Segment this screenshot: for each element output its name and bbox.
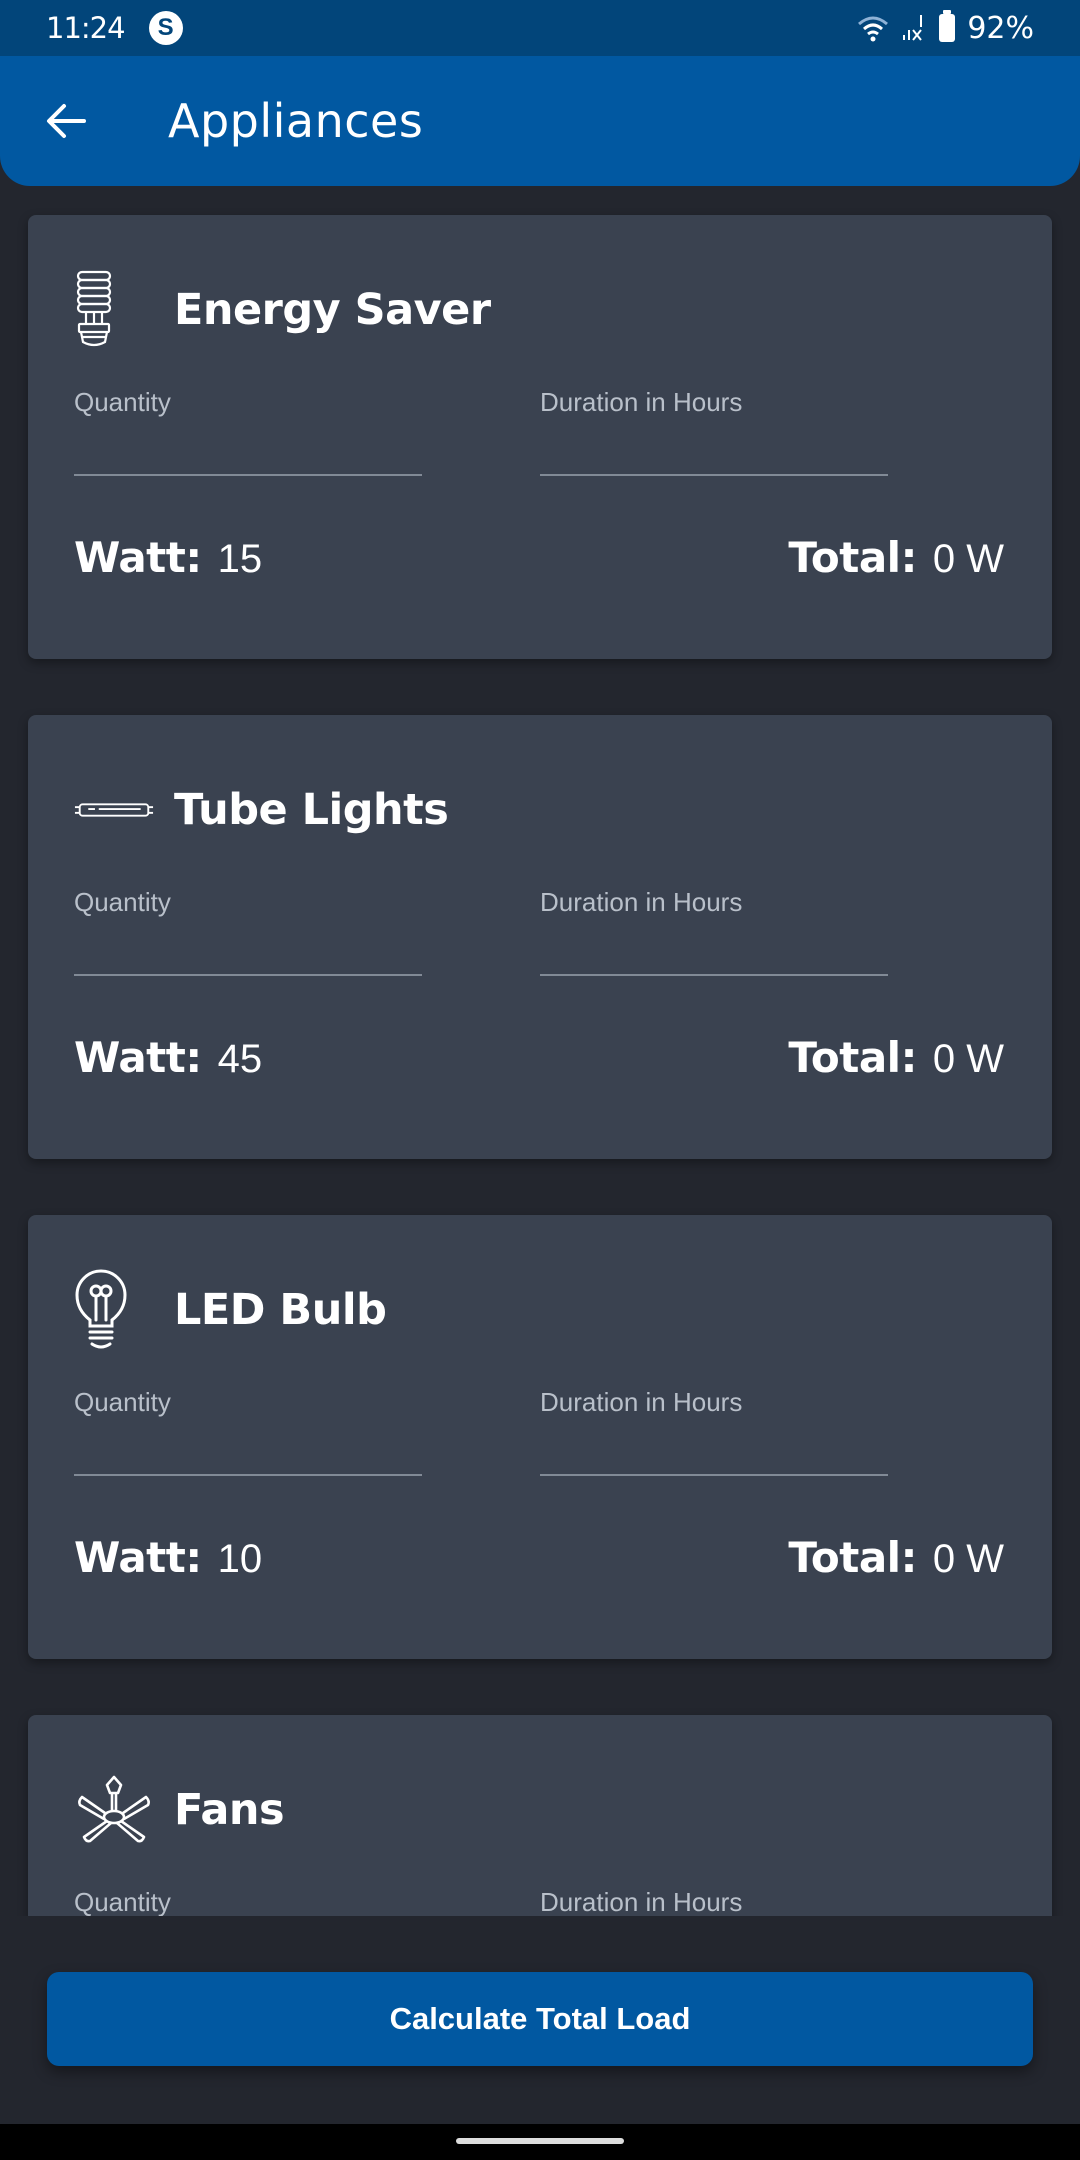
- status-icons: 92%: [857, 10, 1034, 46]
- total-label: Total:: [788, 533, 917, 582]
- watt-label: Watt:: [74, 533, 202, 582]
- system-nav-bar: [0, 2124, 1080, 2160]
- watt-readout: Watt: 15: [74, 533, 262, 582]
- total-value: 0 W: [932, 1037, 1004, 1081]
- s-circle-icon: S: [148, 11, 183, 45]
- tube-light-icon: [74, 765, 154, 855]
- appliance-name: LED Bulb: [174, 1285, 387, 1335]
- appliance-name: Fans: [174, 1785, 285, 1835]
- quantity-input[interactable]: [74, 1440, 422, 1476]
- duration-input[interactable]: [540, 1440, 888, 1476]
- watt-value: 45: [217, 1037, 263, 1081]
- duration-label: Duration in Hours: [540, 1887, 743, 1916]
- total-value: 0 W: [932, 537, 1004, 581]
- page-title: Appliances: [168, 94, 424, 148]
- total-readout: Total: 0 W: [788, 1033, 1004, 1082]
- status-bar: 11:24 S 92%: [0, 0, 1080, 56]
- app-bar: Appliances: [0, 56, 1080, 186]
- duration-label: Duration in Hours: [540, 1387, 743, 1417]
- watt-label: Watt:: [74, 1033, 202, 1082]
- cfl-bulb-icon: [74, 265, 154, 355]
- light-bulb-icon: [74, 1265, 154, 1355]
- total-label: Total:: [788, 1533, 917, 1582]
- total-readout: Total: 0 W: [788, 533, 1004, 582]
- appliance-card: Fans Quantity Duration in Hours: [28, 1715, 1052, 1916]
- watt-readout: Watt: 10: [74, 1533, 262, 1582]
- quantity-label: Quantity: [74, 887, 171, 917]
- total-value: 0 W: [932, 1537, 1004, 1581]
- home-handle[interactable]: [456, 2138, 624, 2144]
- total-label: Total:: [788, 1033, 917, 1082]
- watt-value: 15: [217, 537, 263, 581]
- status-time: 11:24: [46, 11, 126, 45]
- duration-input[interactable]: [540, 940, 888, 976]
- total-readout: Total: 0 W: [788, 1533, 1004, 1582]
- quantity-input[interactable]: [74, 440, 422, 476]
- appliance-card: Energy Saver Quantity Duration in Hours …: [28, 215, 1052, 659]
- signal-no-service-icon: [903, 15, 923, 41]
- watt-label: Watt:: [74, 1533, 202, 1582]
- quantity-label: Quantity: [74, 1387, 171, 1417]
- appliance-list[interactable]: Energy Saver Quantity Duration in Hours …: [0, 186, 1080, 1916]
- calculate-total-load-button[interactable]: Calculate Total Load: [47, 1972, 1033, 2066]
- quantity-label: Quantity: [74, 1887, 171, 1916]
- ceiling-fan-icon: [74, 1765, 154, 1855]
- duration-input[interactable]: [540, 440, 888, 476]
- appliance-card: LED Bulb Quantity Duration in Hours Watt…: [28, 1215, 1052, 1659]
- arrow-left-icon: [47, 104, 86, 138]
- appliance-card: Tube Lights Quantity Duration in Hours W…: [28, 715, 1052, 1159]
- appliance-name: Tube Lights: [174, 785, 449, 835]
- watt-readout: Watt: 45: [74, 1033, 262, 1082]
- wifi-icon: [858, 16, 889, 42]
- quantity-input[interactable]: [74, 940, 422, 976]
- duration-label: Duration in Hours: [540, 387, 743, 417]
- back-button[interactable]: [26, 81, 106, 161]
- battery-percent: 92%: [967, 10, 1034, 46]
- appliance-name: Energy Saver: [174, 285, 491, 335]
- battery-icon: [939, 10, 956, 42]
- quantity-label: Quantity: [74, 387, 171, 417]
- duration-label: Duration in Hours: [540, 887, 743, 917]
- watt-value: 10: [217, 1537, 263, 1581]
